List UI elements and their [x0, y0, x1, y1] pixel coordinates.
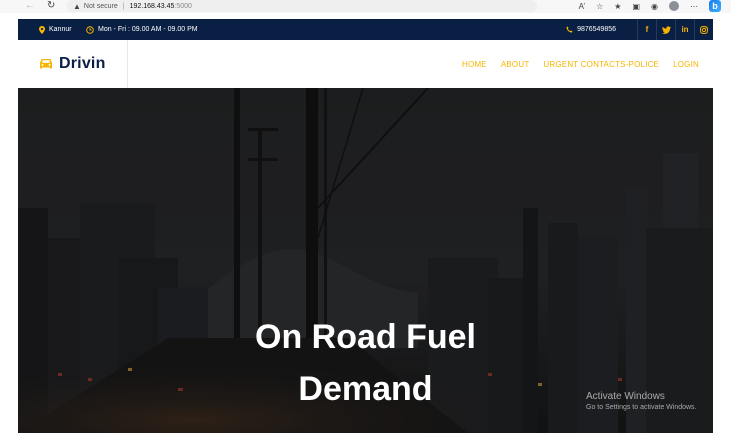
phone-text: 9876549856 — [577, 26, 616, 33]
site-header: Drivin HOME ABOUT URGENT CONTACTS-POLICE… — [18, 40, 713, 88]
reload-icon[interactable]: ↻ — [47, 0, 55, 12]
url-port: :5000 — [174, 2, 192, 10]
back-arrow-icon[interactable]: ← — [25, 0, 35, 12]
activate-windows-watermark: Activate Windows Go to Settings to activ… — [586, 391, 697, 411]
car-icon — [40, 59, 52, 69]
url-host: 192.168.43.45 — [129, 2, 175, 10]
nav-home[interactable]: HOME — [462, 60, 487, 69]
favorites-icon[interactable]: ★ — [614, 2, 621, 11]
brand-logo[interactable]: Drivin — [18, 40, 128, 88]
hero-banner: On Road Fuel Demand Activate Windows Go … — [18, 88, 713, 433]
hero-title-line-1: On Road Fuel — [255, 318, 476, 356]
clock-icon — [86, 25, 94, 34]
address-bar[interactable]: ▲ Not secure | 192.168.43.45:5000 — [67, 0, 537, 12]
brand-name: Drivin — [59, 55, 106, 72]
instagram-icon[interactable] — [694, 19, 713, 40]
map-marker-icon — [39, 25, 45, 34]
warning-triangle-icon: ▲ — [73, 1, 81, 11]
twitter-icon[interactable] — [656, 19, 675, 40]
watermark-line-1: Activate Windows — [586, 391, 665, 402]
facebook-icon[interactable]: f — [637, 19, 656, 40]
profile-avatar[interactable] — [669, 1, 679, 11]
security-status: Not secure — [83, 2, 118, 10]
main-nav: HOME ABOUT URGENT CONTACTS-POLICE LOGIN — [462, 40, 699, 88]
social-links: f in — [637, 19, 713, 40]
nav-login[interactable]: LOGIN — [673, 60, 699, 69]
phone-info: 9876549856 — [566, 19, 616, 40]
extensions-icon[interactable]: ◉ — [651, 2, 658, 11]
nav-about[interactable]: ABOUT — [501, 60, 530, 69]
address-separator: | — [122, 2, 125, 10]
more-menu-icon[interactable]: ⋯ — [690, 2, 698, 11]
favorites-add-icon[interactable]: ☆ — [596, 2, 603, 11]
browser-toolbar-icons: A’ ☆ ★ ▣ ◉ ⋯ b — [579, 0, 721, 12]
hours-text: Mon - Fri : 09.00 AM - 09.00 PM — [98, 26, 198, 33]
phone-icon — [566, 26, 573, 33]
browser-toolbar: ← ↻ ▲ Not secure | 192.168.43.45:5000 A’… — [0, 0, 731, 13]
location-info: Kannur — [39, 19, 72, 40]
read-aloud-icon[interactable]: A’ — [579, 2, 586, 11]
collections-icon[interactable]: ▣ — [632, 2, 640, 11]
top-info-bar: Kannur Mon - Fri : 09.00 AM - 09.00 PM 9… — [18, 19, 713, 40]
website: Kannur Mon - Fri : 09.00 AM - 09.00 PM 9… — [18, 19, 713, 433]
watermark-line-2: Go to Settings to activate Windows. — [586, 404, 697, 411]
nav-urgent-contacts[interactable]: URGENT CONTACTS-POLICE — [543, 60, 659, 69]
hours-info: Mon - Fri : 09.00 AM - 09.00 PM — [86, 19, 198, 40]
linkedin-icon[interactable]: in — [675, 19, 694, 40]
bing-icon[interactable]: b — [709, 0, 721, 12]
location-text: Kannur — [49, 26, 72, 33]
